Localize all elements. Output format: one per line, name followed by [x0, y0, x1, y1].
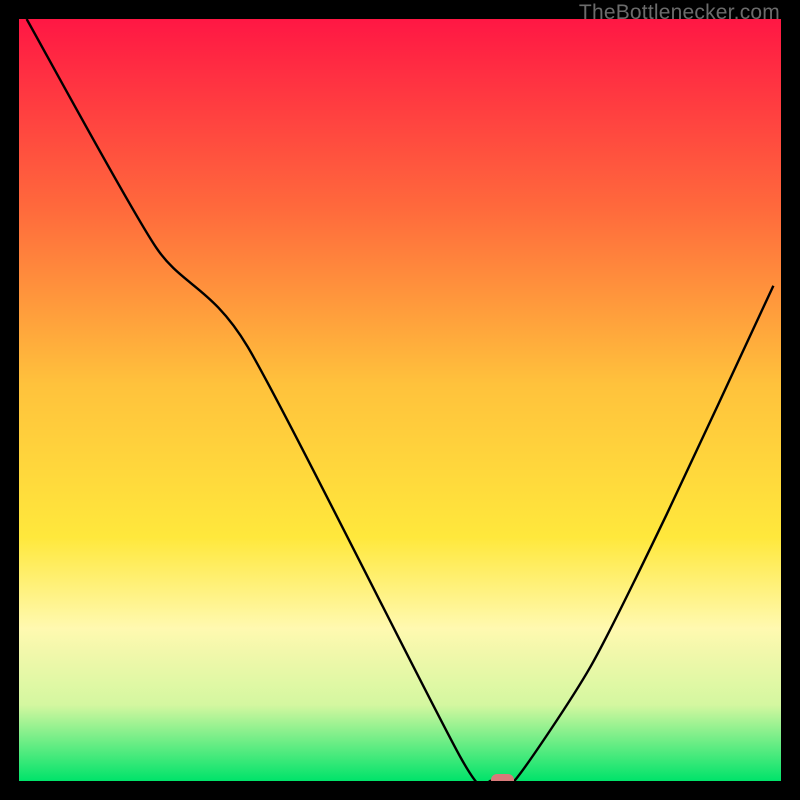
bottleneck-curve: [19, 19, 781, 781]
plot-area: [19, 19, 781, 781]
optimal-marker: [491, 774, 514, 781]
chart-frame: TheBottlenecker.com: [0, 0, 800, 800]
source-label: TheBottlenecker.com: [579, 1, 780, 25]
